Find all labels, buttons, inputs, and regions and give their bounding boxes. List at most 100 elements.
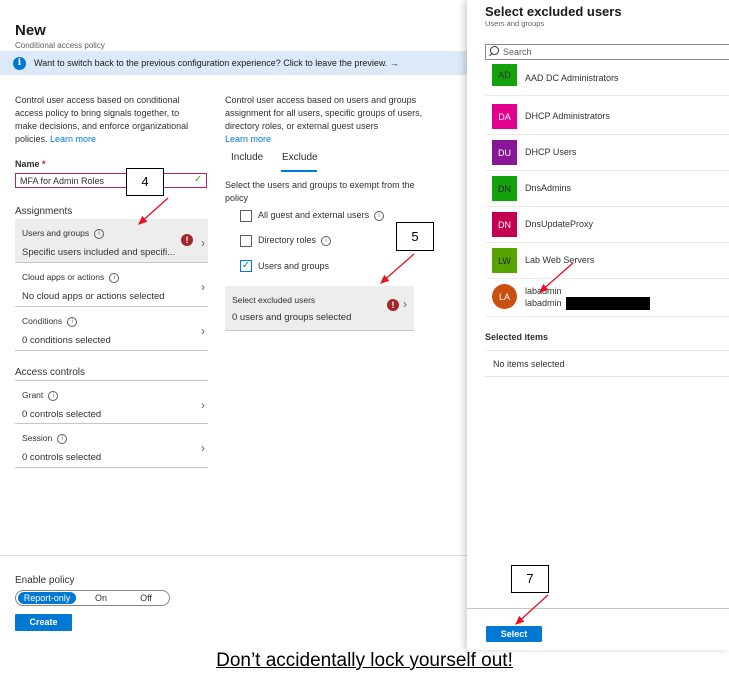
step-5-callout: 5: [396, 222, 434, 251]
user-name: Lab Web Servers: [525, 255, 595, 265]
redaction-box: [566, 297, 650, 310]
user-name: labadmin: [525, 286, 562, 296]
info-icon: i: [109, 273, 120, 283]
divider: [0, 555, 467, 556]
divider: [467, 608, 729, 609]
info-icon: i: [57, 434, 68, 444]
users-description: Control user access based on users and g…: [225, 95, 423, 144]
tab-include[interactable]: Include: [231, 152, 263, 163]
info-icon: i: [48, 391, 59, 401]
list-item[interactable]: DN DnsUpdateProxy: [485, 207, 729, 243]
step-4-callout: 4: [126, 168, 164, 196]
row-value: 0 controls selected: [22, 409, 102, 420]
grant-row[interactable]: Grant i 0 controls selected ›: [15, 380, 208, 424]
learn-more-link[interactable]: Learn more: [225, 134, 271, 144]
preview-banner[interactable]: i Want to switch back to the previous co…: [0, 51, 467, 75]
chevron-right-icon: ›: [201, 236, 205, 250]
enable-policy-label: Enable policy: [15, 575, 75, 586]
step-7-callout: 7: [511, 565, 549, 593]
policy-description: Control user access based on conditional…: [15, 95, 189, 144]
user-name: AAD DC Administrators: [525, 73, 619, 83]
policy-name-input[interactable]: MFA for Admin Roles: [15, 173, 207, 188]
user-name: DHCP Administrators: [525, 111, 610, 121]
list-item[interactable]: DN DnsAdmins: [485, 171, 729, 207]
info-icon: i: [94, 229, 105, 239]
select-button[interactable]: Select: [486, 626, 542, 642]
row-title: Grant i: [22, 390, 59, 401]
row-value: 0 controls selected: [22, 452, 102, 463]
name-label: Name *: [15, 159, 46, 169]
search-input[interactable]: Search: [485, 44, 729, 60]
avatar: DU: [492, 140, 517, 165]
checkmark-icon: ✓: [241, 260, 251, 271]
chevron-right-icon: ›: [403, 297, 407, 311]
learn-more-link[interactable]: Learn more: [50, 134, 96, 144]
exclude-prompt: Select the users and groups to exempt fr…: [225, 180, 415, 203]
user-name: DnsUpdateProxy: [525, 219, 594, 229]
user-name: DnsAdmins: [525, 183, 572, 193]
user-email: labadmin: [525, 298, 562, 308]
row-title: Cloud apps or actions i: [22, 272, 120, 283]
list-item[interactable]: AD AAD DC Administrators: [485, 64, 729, 96]
select-excluded-users-row[interactable]: Select excluded users 0 users and groups…: [225, 286, 414, 331]
tab-exclude[interactable]: Exclude: [282, 152, 318, 163]
banner-text: Want to switch back to the previous conf…: [34, 58, 399, 68]
row-value: 0 users and groups selected: [232, 312, 352, 323]
create-button[interactable]: Create: [15, 614, 72, 631]
list-item[interactable]: DA DHCP Administrators: [485, 99, 729, 135]
users-and-groups-label: Users and groups: [258, 261, 330, 271]
arrow-step-5: [380, 253, 415, 284]
user-name: DHCP Users: [525, 147, 577, 157]
assignments-heading: Assignments: [15, 206, 73, 217]
error-icon: !: [387, 299, 399, 311]
no-items-text: No items selected: [485, 350, 729, 377]
info-icon: i: [13, 56, 26, 70]
row-title: Conditions i: [22, 316, 78, 327]
avatar: DN: [492, 176, 517, 201]
avatar: LW: [492, 248, 517, 273]
error-icon: !: [181, 234, 193, 246]
required-marker: *: [42, 159, 46, 169]
selected-items-heading: Selected items: [485, 332, 549, 342]
on-option[interactable]: On: [76, 593, 126, 603]
list-item[interactable]: LW Lab Web Servers: [485, 243, 729, 279]
users-and-groups-checkbox[interactable]: ✓: [240, 260, 252, 272]
page-subtitle: Conditional access policy: [15, 41, 105, 50]
report-only-option[interactable]: Report-only: [18, 592, 76, 604]
list-item[interactable]: LA labadmin labadmin: [485, 279, 729, 317]
conditions-row[interactable]: Conditions i 0 conditions selected ›: [15, 307, 208, 351]
avatar: AD: [492, 64, 517, 86]
all-guest-users-checkbox[interactable]: [240, 210, 252, 222]
caption: Don’t accidentally lock yourself out!: [216, 650, 513, 671]
row-value: Specific users included and specifi...: [22, 247, 176, 258]
all-guest-users-label: All guest and external users i: [258, 210, 385, 221]
enable-policy-toggle[interactable]: Report-only On Off: [15, 590, 170, 606]
users-and-groups-row[interactable]: Users and groups i Specific users include…: [15, 219, 208, 263]
row-title: Session i: [22, 433, 68, 444]
info-icon: i: [321, 236, 332, 246]
chevron-right-icon: ›: [201, 280, 205, 294]
info-icon: i: [67, 317, 78, 327]
avatar: DA: [492, 104, 517, 129]
checkmark-icon: ✓: [194, 174, 203, 185]
directory-roles-checkbox[interactable]: [240, 235, 252, 247]
directory-roles-label: Directory roles i: [258, 235, 332, 246]
chevron-right-icon: ›: [201, 398, 205, 412]
chevron-right-icon: ›: [201, 441, 205, 455]
select-users-panel: [467, 0, 729, 650]
list-item[interactable]: DU DHCP Users: [485, 135, 729, 171]
avatar: DN: [492, 212, 517, 237]
avatar: LA: [492, 284, 517, 309]
row-value: 0 conditions selected: [22, 335, 111, 346]
off-option[interactable]: Off: [126, 593, 166, 603]
row-value: No cloud apps or actions selected: [22, 291, 165, 302]
chevron-right-icon: ›: [201, 324, 205, 338]
panel-title: Select excluded users: [485, 4, 622, 19]
active-tab-indicator: [281, 170, 317, 172]
page-title: New: [15, 22, 46, 39]
panel-subtitle: Users and groups: [485, 19, 545, 28]
session-row[interactable]: Session i 0 controls selected ›: [15, 424, 208, 468]
cloud-apps-row[interactable]: Cloud apps or actions i No cloud apps or …: [15, 263, 208, 307]
info-icon: i: [374, 211, 385, 221]
row-title: Users and groups i: [22, 228, 105, 239]
